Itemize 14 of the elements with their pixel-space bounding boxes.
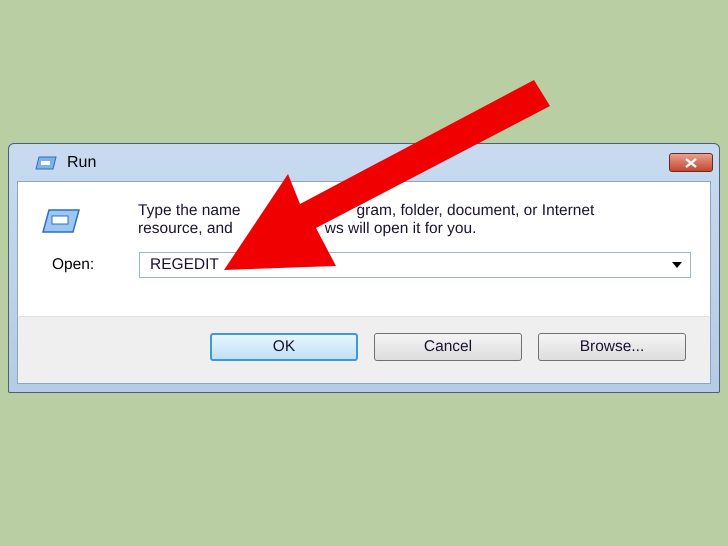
close-icon xyxy=(684,158,698,168)
instruction-text: resource, and xyxy=(138,220,233,238)
window-title: Run xyxy=(67,154,96,172)
open-label: Open: xyxy=(51,256,96,274)
dialog-button[interactable]: Cancel xyxy=(374,333,522,361)
instruction-text: gram, folder, document, or Internet xyxy=(356,202,594,220)
dialog-button[interactable]: Browse... xyxy=(538,333,686,361)
instruction-text: Type the name xyxy=(138,202,241,220)
dialog-button[interactable]: OK xyxy=(210,333,358,361)
run-icon xyxy=(42,208,80,234)
instruction-text: ws will open it for you. xyxy=(324,220,476,238)
dropdown-caret-icon[interactable] xyxy=(672,262,682,268)
close-button[interactable] xyxy=(669,153,713,172)
run-icon xyxy=(35,156,57,170)
